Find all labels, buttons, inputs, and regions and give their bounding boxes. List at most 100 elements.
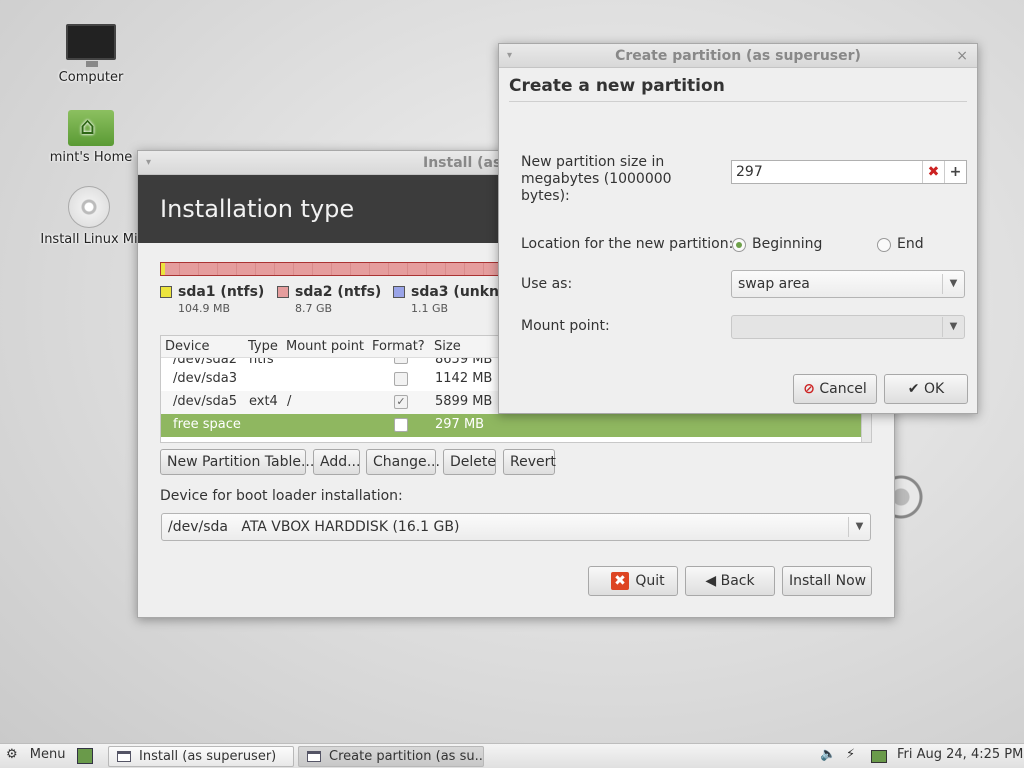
plus-icon[interactable]: + bbox=[944, 161, 966, 183]
check-icon: ✔ bbox=[907, 381, 920, 397]
volume-icon[interactable]: 🔈 bbox=[820, 747, 836, 762]
clock[interactable]: Fri Aug 24, 4:25 PM bbox=[897, 747, 1023, 762]
quit-label: Quit bbox=[635, 573, 665, 589]
task-label: Install (as superuser) bbox=[139, 749, 277, 764]
desktop-icon-label: mint's Home bbox=[49, 150, 133, 165]
format-checkbox[interactable] bbox=[394, 358, 408, 364]
home-folder-icon bbox=[68, 110, 114, 146]
menu-label: Menu bbox=[29, 747, 66, 762]
column-header-format[interactable]: Format? bbox=[372, 339, 425, 354]
legend-item-sda2: sda2 (ntfs) 8.7 GB bbox=[277, 284, 381, 315]
delete-partition-button[interactable]: Delete bbox=[443, 449, 496, 475]
location-end-label[interactable]: End bbox=[897, 236, 924, 252]
show-desktop-icon[interactable] bbox=[77, 748, 93, 764]
chevron-down-icon: ▼ bbox=[942, 317, 964, 337]
back-label: Back bbox=[720, 573, 755, 589]
legend-size: 8.7 GB bbox=[295, 302, 333, 315]
cell-device: /dev/sda2 bbox=[173, 358, 237, 367]
desktop-icon-label: Install Linux Mi bbox=[40, 232, 138, 247]
use-as-label: Use as: bbox=[521, 276, 573, 292]
cell-mount: / bbox=[287, 394, 292, 409]
install-now-button[interactable]: Install Now bbox=[782, 566, 872, 596]
cell-size: 1142 MB bbox=[435, 371, 493, 386]
desktop-icon-computer[interactable]: Computer bbox=[36, 24, 146, 85]
task-label: Create partition (as su... bbox=[329, 749, 484, 764]
task-installer[interactable]: Install (as superuser) bbox=[108, 746, 294, 767]
window-icon bbox=[307, 751, 321, 762]
legend-name: sda2 (ntfs) bbox=[295, 284, 382, 300]
cancel-button[interactable]: ⊘ Cancel bbox=[793, 374, 877, 404]
network-icon[interactable]: ⚡ bbox=[846, 747, 855, 762]
cell-size: 8659 MB bbox=[435, 358, 493, 367]
add-partition-button[interactable]: Add... bbox=[313, 449, 360, 475]
dialog-heading: Create a new partition bbox=[509, 76, 725, 96]
legend-swatch bbox=[393, 286, 405, 298]
taskbar: ⚙ Menu Install (as superuser) Create par… bbox=[0, 743, 1024, 768]
create-partition-dialog[interactable]: ▾ Create partition (as superuser) × Crea… bbox=[498, 43, 978, 414]
legend-size: 1.1 GB bbox=[411, 302, 449, 315]
legend-name: sda3 (unkno bbox=[411, 284, 509, 300]
task-create-partition[interactable]: Create partition (as su... bbox=[298, 746, 484, 767]
ok-label: OK bbox=[923, 381, 945, 397]
cell-device: free space bbox=[173, 417, 241, 432]
update-manager-icon[interactable] bbox=[871, 750, 887, 763]
legend-item-sda3: sda3 (unkno 1.1 GB bbox=[393, 284, 509, 315]
partition-size-input[interactable]: 297 ✖ + bbox=[731, 160, 967, 184]
cell-type: ext4 bbox=[249, 394, 278, 409]
monitor-icon bbox=[66, 24, 116, 67]
cell-device: /dev/sda3 bbox=[173, 371, 237, 386]
new-partition-table-button[interactable]: New Partition Table... bbox=[160, 449, 314, 475]
cell-device: /dev/sda5 bbox=[173, 394, 237, 409]
partition-size-value: 297 bbox=[736, 164, 763, 180]
table-row-selected[interactable]: free space 297 MB bbox=[161, 414, 871, 437]
back-button[interactable]: ◀ Back bbox=[685, 566, 775, 596]
format-checkbox[interactable] bbox=[394, 418, 408, 432]
column-header-type[interactable]: Type bbox=[248, 339, 278, 354]
quit-icon: ✖ bbox=[611, 572, 629, 590]
desktop-icon-install[interactable]: Install Linux Mi bbox=[34, 186, 144, 247]
quit-button[interactable]: ✖ Quit bbox=[588, 566, 678, 596]
mount-point-select[interactable]: ▼ bbox=[731, 315, 965, 339]
ok-button[interactable]: ✔ OK bbox=[884, 374, 968, 404]
format-checkbox[interactable] bbox=[394, 372, 408, 386]
clear-icon[interactable]: ✖ bbox=[922, 161, 944, 183]
desktop-icon-home[interactable]: mint's Home bbox=[36, 110, 146, 165]
boot-loader-select[interactable]: /dev/sda ATA VBOX HARDDISK (16.1 GB) ▼ bbox=[161, 513, 871, 541]
cell-size: 5899 MB bbox=[435, 394, 493, 409]
cell-size: 297 MB bbox=[435, 417, 485, 432]
revert-button[interactable]: Revert bbox=[503, 449, 556, 475]
chevron-down-icon: ▼ bbox=[848, 517, 870, 537]
close-icon[interactable]: × bbox=[956, 44, 968, 68]
installer-title: Install (as bbox=[423, 155, 502, 171]
dialog-title: Create partition (as superuser) bbox=[615, 48, 861, 64]
dialog-titlebar[interactable]: ▾ Create partition (as superuser) × bbox=[499, 44, 977, 68]
change-partition-button[interactable]: Change... bbox=[366, 449, 440, 475]
back-arrow-icon: ◀ bbox=[705, 573, 717, 589]
legend-name: sda1 (ntfs) bbox=[178, 284, 265, 300]
mount-point-label: Mount point: bbox=[521, 318, 610, 334]
column-header-size[interactable]: Size bbox=[434, 339, 461, 354]
legend-item-sda1: sda1 (ntfs) 104.9 MB bbox=[160, 284, 264, 315]
format-checkbox[interactable]: ✓ bbox=[394, 395, 408, 409]
cd-icon bbox=[68, 186, 110, 228]
chevron-down-icon: ▼ bbox=[942, 274, 964, 294]
legend-size: 104.9 MB bbox=[178, 302, 231, 315]
use-as-select[interactable]: swap area ▼ bbox=[731, 270, 965, 298]
window-icon bbox=[117, 751, 131, 762]
boot-loader-label: Device for boot loader installation: bbox=[160, 488, 403, 504]
use-as-value: swap area bbox=[738, 276, 810, 292]
partition-bar-sda1 bbox=[161, 263, 165, 275]
legend-swatch bbox=[277, 286, 289, 298]
menu-button[interactable]: ⚙ Menu bbox=[6, 747, 66, 762]
column-header-mount[interactable]: Mount point bbox=[286, 339, 364, 354]
cancel-label: Cancel bbox=[819, 381, 867, 397]
window-menu-icon[interactable]: ▾ bbox=[507, 44, 512, 68]
window-menu-icon[interactable]: ▾ bbox=[146, 151, 151, 175]
cancel-icon: ⊘ bbox=[803, 381, 815, 397]
location-beginning-radio[interactable] bbox=[732, 238, 746, 252]
desktop-icon-label: Computer bbox=[58, 70, 124, 85]
location-beginning-label[interactable]: Beginning bbox=[752, 236, 822, 252]
column-header-device[interactable]: Device bbox=[165, 339, 209, 354]
gear-icon: ⚙ bbox=[6, 747, 18, 762]
location-end-radio[interactable] bbox=[877, 238, 891, 252]
